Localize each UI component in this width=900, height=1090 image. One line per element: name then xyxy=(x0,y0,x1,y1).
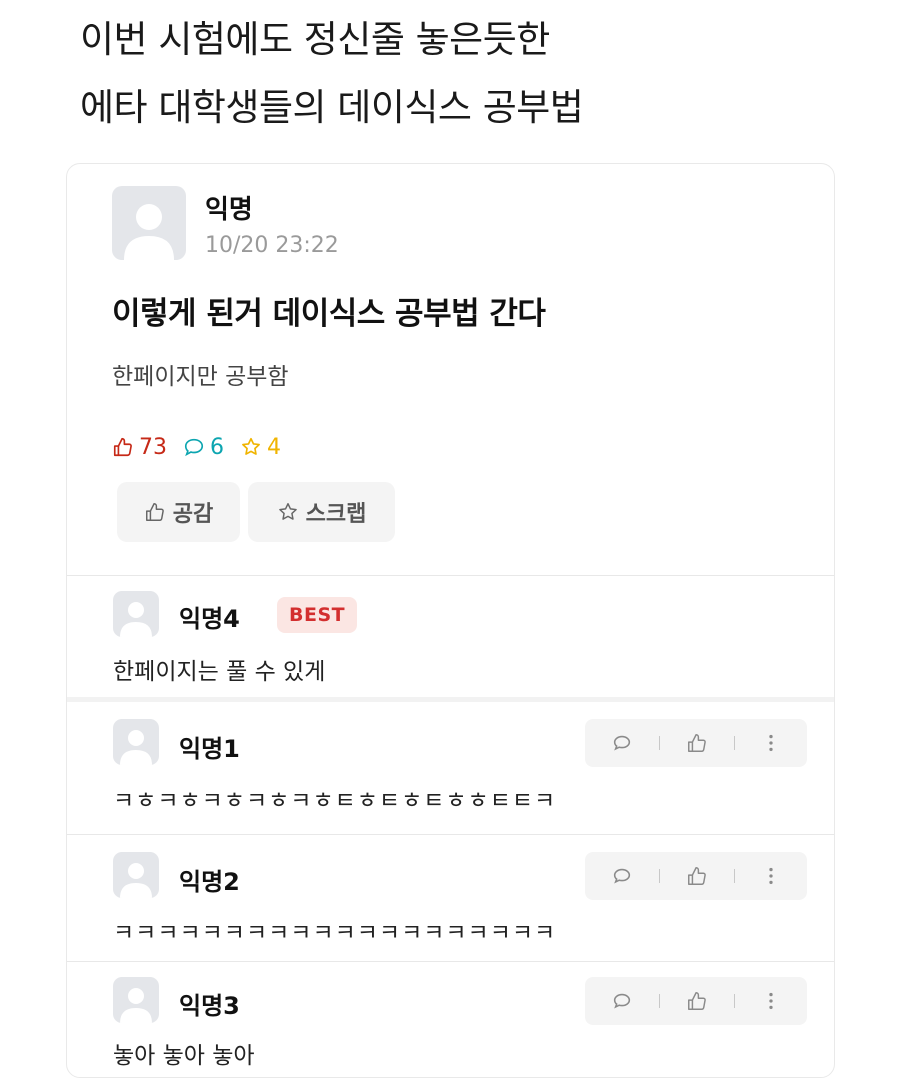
comment-bubble-icon xyxy=(184,438,204,457)
post-title: 이렇게 된거 데이식스 공부법 간다 xyxy=(112,296,546,332)
star-icon xyxy=(242,437,260,455)
comment-bubble-icon xyxy=(613,993,631,1009)
headline: 이번 시험에도 정신줄 놓은듯한 에타 대학생들의 데이식스 공부법 xyxy=(80,6,860,142)
comment-author: 익명3 xyxy=(179,992,240,1020)
best-comment-author: 익명4 xyxy=(179,605,240,633)
thumbs-up-icon xyxy=(688,734,706,752)
star-icon xyxy=(278,503,297,520)
divider xyxy=(67,697,834,702)
comment-author: 익명1 xyxy=(179,735,240,763)
scrap-button[interactable]: 스크랩 xyxy=(248,482,395,542)
divider xyxy=(67,575,834,576)
comment-actions xyxy=(585,977,807,1025)
anonymous-avatar-icon xyxy=(113,719,159,765)
post-card: 익명 10/20 23:22 이렇게 된거 데이식스 공부법 간다 한페이지만 … xyxy=(66,163,835,1078)
anonymous-avatar-icon xyxy=(112,186,186,260)
comment-actions xyxy=(585,852,807,900)
reply-button[interactable] xyxy=(585,865,659,887)
thumbs-up-icon xyxy=(688,867,706,885)
anonymous-avatar-icon xyxy=(113,591,159,637)
comment-like-button[interactable] xyxy=(660,865,734,887)
post-timestamp: 10/20 23:22 xyxy=(205,233,339,258)
comment-count: 6 xyxy=(183,435,224,460)
post-author: 익명 xyxy=(205,195,253,225)
comment-more-button[interactable] xyxy=(735,732,807,754)
comment-text: 놓아 놓아 놓아 xyxy=(113,1043,255,1069)
reply-button[interactable] xyxy=(585,732,659,754)
best-badge: BEST xyxy=(277,597,358,633)
scrap-count: 4 xyxy=(240,435,281,460)
scrap-button-label: 스크랩 xyxy=(305,502,367,527)
post-stats: 73 6 4 xyxy=(112,432,297,462)
best-comment-text: 한페이지는 풀 수 있게 xyxy=(113,659,326,685)
comment-actions xyxy=(585,719,807,767)
anonymous-avatar-icon xyxy=(113,852,159,898)
comment-more-button[interactable] xyxy=(735,990,807,1012)
like-button-label: 공감 xyxy=(172,502,214,527)
comment-more-button[interactable] xyxy=(735,865,807,887)
comment-like-button[interactable] xyxy=(660,732,734,754)
headline-line-1: 이번 시험에도 정신줄 놓은듯한 xyxy=(80,18,550,61)
more-vertical-icon xyxy=(769,867,773,885)
comment-count-value: 6 xyxy=(210,434,224,460)
like-count: 73 xyxy=(112,435,167,460)
headline-line-2: 에타 대학생들의 데이식스 공부법 xyxy=(80,86,584,129)
comment-text: ㅋㅎㅋㅎㅋㅎㅋㅎㅋㅎㅌㅎㅌㅎㅌㅎㅎㅌㅌㅋ xyxy=(113,788,557,814)
comment-like-button[interactable] xyxy=(660,990,734,1012)
divider xyxy=(67,834,834,835)
thumbs-up-icon xyxy=(113,437,132,457)
like-button[interactable]: 공감 xyxy=(117,482,240,542)
comment-author: 익명2 xyxy=(179,868,240,896)
scrap-count-value: 4 xyxy=(267,434,281,460)
comment-bubble-icon xyxy=(613,868,631,884)
more-vertical-icon xyxy=(769,734,773,752)
reply-button[interactable] xyxy=(585,990,659,1012)
comment-text: ㅋㅋㅋㅋㅋㅋㅋㅋㅋㅋㅋㅋㅋㅋㅋㅋㅋㅋㅋㅋ xyxy=(113,920,557,946)
anonymous-avatar-icon xyxy=(113,977,159,1023)
divider xyxy=(67,961,834,962)
like-count-value: 73 xyxy=(139,434,167,460)
more-vertical-icon xyxy=(769,992,773,1010)
thumbs-up-icon xyxy=(145,503,164,521)
comment-bubble-icon xyxy=(613,735,631,751)
post-body: 한페이지만 공부함 xyxy=(112,364,289,390)
thumbs-up-icon xyxy=(688,992,706,1010)
